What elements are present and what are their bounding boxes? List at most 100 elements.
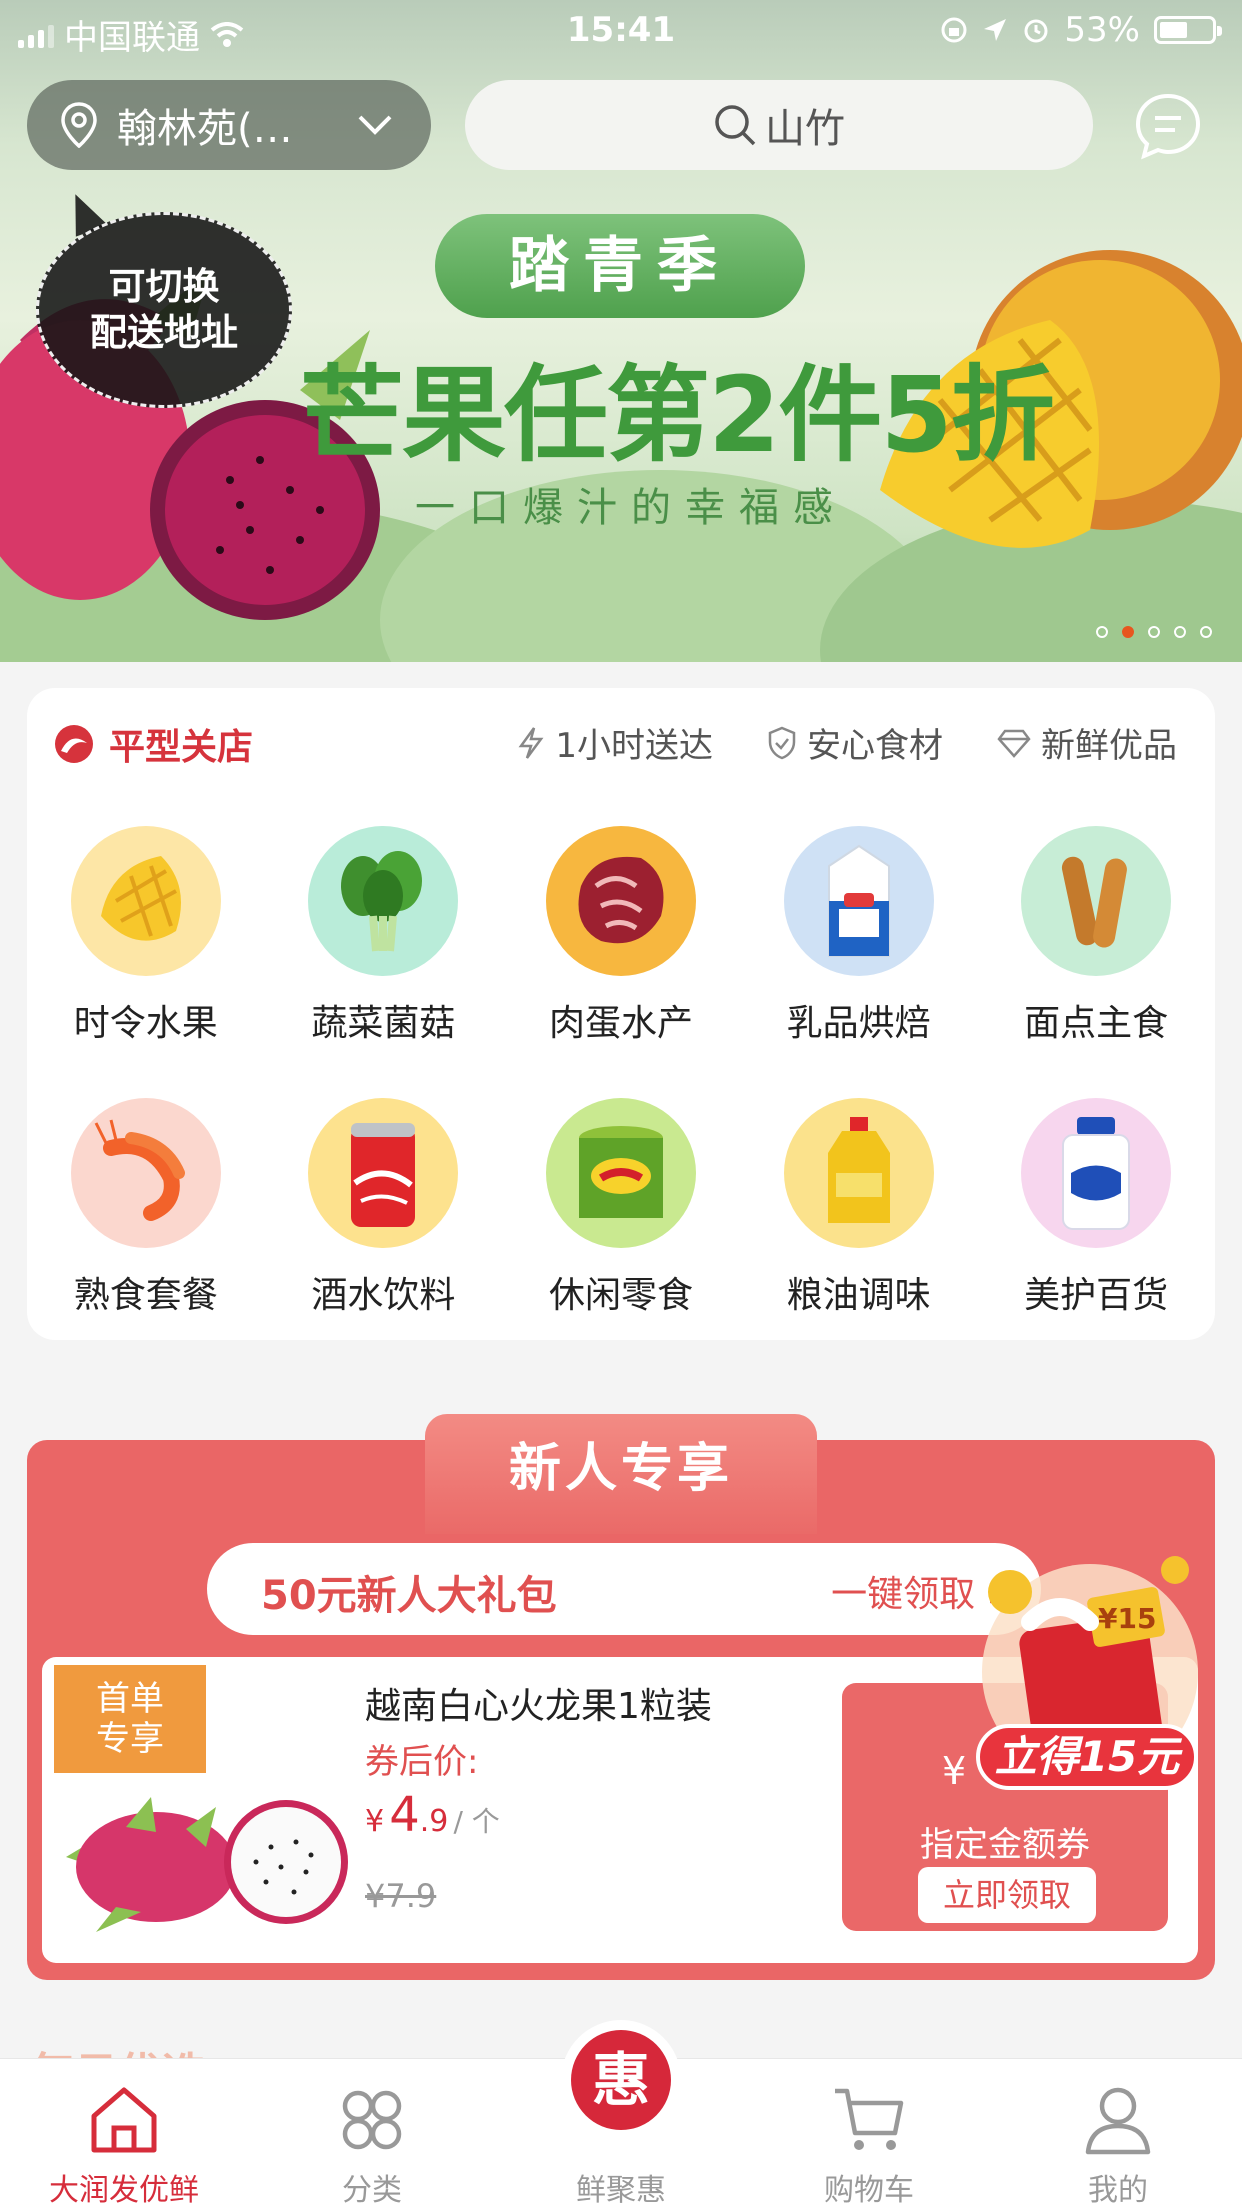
feature-label: 新鲜优品 (1041, 726, 1177, 766)
category-icon-bg (783, 826, 934, 976)
cart-icon (829, 2081, 909, 2159)
campaign-subline: 一口爆汁的幸福感 (415, 485, 847, 531)
tab-home[interactable]: 大润发优鲜 (0, 2059, 248, 2208)
category-personal-care[interactable]: 美护百货 (977, 1098, 1215, 1318)
price-unit: / 个 (453, 1805, 500, 1838)
category-icon-bg (308, 826, 459, 976)
category-icon-bg (70, 826, 221, 976)
battery-fill (1160, 22, 1187, 38)
carousel-dot[interactable] (1148, 626, 1160, 638)
status-right: 53% (940, 10, 1222, 50)
battery-percent: 53% (1064, 10, 1140, 50)
price-after-coupon-label: 券后价: (365, 1742, 479, 1782)
carousel-indicator (1096, 626, 1212, 638)
carousel-dot[interactable] (1174, 626, 1186, 638)
store-selector[interactable]: 平型关店 (53, 718, 253, 770)
feature-fast-delivery: 1小时送达 (517, 718, 713, 767)
diamond-icon (997, 729, 1031, 758)
tooltip-line2: 配送地址 (90, 311, 238, 354)
product-image (66, 1797, 348, 1932)
gift-pack-action-label: 一键领取 (831, 1574, 976, 1615)
tab-label: 大润发优鲜 (49, 2173, 199, 2208)
price-integer: 4 (389, 1787, 420, 1843)
category-icon-bg (783, 1098, 934, 1248)
category-icon-bg (1021, 1098, 1172, 1248)
tab-label: 我的 (1088, 2173, 1148, 2208)
product-name: 越南白心火龙果1粒装 (365, 1686, 712, 1727)
message-icon[interactable] (1134, 92, 1202, 160)
category-meat[interactable]: 肉蛋水产 (502, 826, 740, 1046)
category-dairy[interactable]: 乳品烘焙 (740, 826, 978, 1046)
category-snacks[interactable]: 休闲零食 (502, 1098, 740, 1318)
service-features: 1小时送达 安心食材 新鲜优品 (517, 718, 1177, 767)
envelope-mark: ¥15 (1098, 1602, 1156, 1635)
alarm-icon (1024, 19, 1048, 43)
fried-dough-icon (1062, 856, 1128, 948)
category-vegetables[interactable]: 蔬菜菌菇 (265, 826, 503, 1046)
store-name: 平型关店 (109, 727, 254, 768)
category-staples[interactable]: 面点主食 (977, 826, 1215, 1046)
coupon-description: 指定金额券 (920, 1825, 1090, 1865)
hero-banner[interactable]: 中国联通 15:41 53% 翰林苑(… 山竹 可切换 配送地址 踏青季 芒果任… (0, 0, 1242, 662)
category-label: 肉蛋水产 (548, 1003, 693, 1044)
oil-bottle-icon (827, 1117, 890, 1223)
profile-icon (1078, 2081, 1158, 2159)
location-label: 翰林苑(… (117, 106, 293, 152)
shield-check-icon (768, 726, 796, 759)
price-decimal: .9 (419, 1804, 449, 1839)
category-label: 蔬菜菌菇 (311, 1003, 456, 1044)
cola-can-icon (351, 1123, 416, 1227)
category-label: 粮油调味 (786, 1275, 931, 1316)
category-drinks[interactable]: 酒水饮料 (265, 1098, 503, 1318)
hui-icon[interactable]: 惠 (571, 2030, 671, 2130)
search-input[interactable]: 山竹 (465, 80, 1093, 170)
product-price: ¥ 4.9 / 个 (365, 1787, 500, 1843)
claim-coupon-button[interactable]: 立即领取 (918, 1867, 1096, 1923)
category-icon-bg (545, 1098, 696, 1248)
gift-pack-banner[interactable]: 50元新人大礼包 一键领取 › (207, 1543, 1041, 1635)
tab-label: 鲜聚惠 (576, 2173, 666, 2208)
category-card: 平型关店 1小时送达 安心食材 新鲜优品 时令水果 蔬菜菌菇 肉蛋水产 乳品烘焙… (27, 688, 1215, 1340)
carousel-dot[interactable] (1122, 626, 1134, 638)
price-currency: ¥ (365, 1804, 385, 1839)
greens-icon (341, 851, 423, 952)
shrimp-icon (94, 1119, 185, 1221)
category-label: 时令水果 (73, 1003, 218, 1044)
tab-category[interactable]: 分类 (248, 2059, 496, 2208)
category-fruit[interactable]: 时令水果 (27, 826, 265, 1046)
location-arrow-icon (984, 19, 1007, 41)
category-icon (332, 2081, 412, 2159)
tab-cart[interactable]: 购物车 (745, 2059, 993, 2208)
carousel-dot[interactable] (1096, 626, 1108, 638)
category-label: 休闲零食 (548, 1275, 693, 1316)
category-label: 酒水饮料 (311, 1275, 456, 1316)
category-label: 面点主食 (1024, 1003, 1169, 1044)
category-icon-bg (1021, 826, 1172, 976)
switch-address-tooltip: 可切换 配送地址 (36, 212, 292, 408)
reward-badge: 立得15元 (976, 1724, 1198, 1790)
category-grid: 时令水果 蔬菜菌菇 肉蛋水产 乳品烘焙 面点主食 熟食套餐 酒水饮料 休闲零食 … (27, 826, 1215, 1318)
tab-label: 分类 (342, 2173, 402, 2208)
search-placeholder: 山竹 (765, 106, 845, 152)
category-icon-bg (308, 1098, 459, 1248)
badge-line2: 专享 (96, 1719, 164, 1759)
mango-icon (100, 856, 181, 941)
new-user-title: 新人专享 (425, 1414, 817, 1534)
chips-can-icon (578, 1126, 663, 1218)
tab-profile[interactable]: 我的 (994, 2059, 1242, 2208)
category-label: 美护百货 (1024, 1275, 1169, 1316)
category-label: 乳品烘焙 (786, 1003, 931, 1044)
lightning-icon (518, 726, 544, 759)
carousel-dot[interactable] (1200, 626, 1212, 638)
rotation-lock-icon (941, 17, 967, 43)
location-selector[interactable]: 翰林苑(… (27, 80, 431, 170)
location-pin-icon (61, 102, 97, 148)
original-price: ¥7.9 (365, 1877, 437, 1915)
category-oil-seasoning[interactable]: 粮油调味 (740, 1098, 978, 1318)
campaign-ribbon: 踏青季 (435, 214, 805, 318)
chevron-down-icon (358, 115, 392, 135)
category-deli[interactable]: 熟食套餐 (27, 1098, 265, 1318)
store-logo-icon (55, 725, 93, 763)
tab-label: 购物车 (824, 2173, 914, 2208)
feature-label: 安心食材 (807, 726, 943, 766)
